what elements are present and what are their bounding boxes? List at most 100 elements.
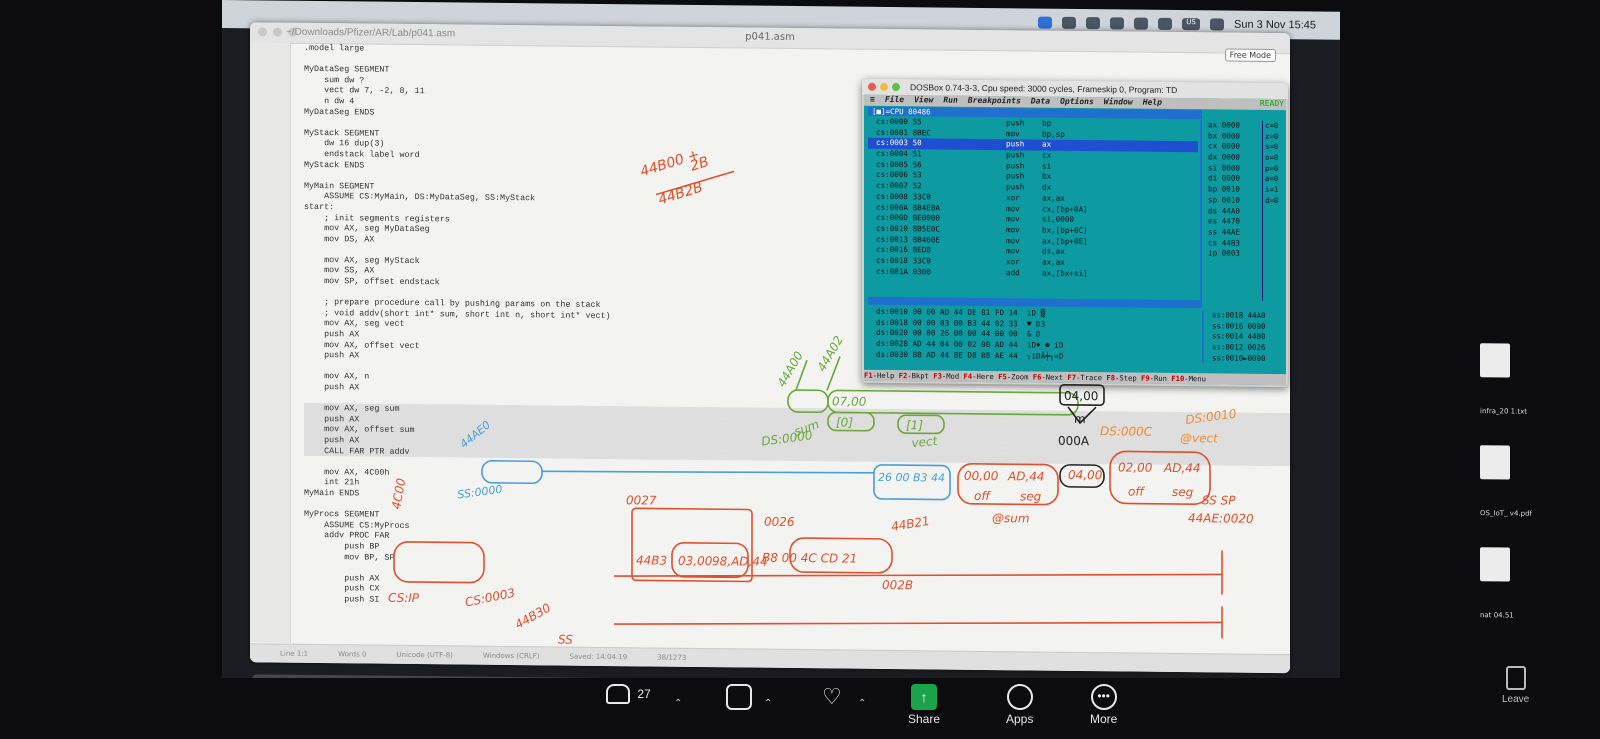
fkey-key[interactable]: F2 xyxy=(899,371,908,380)
more-button[interactable]: ••• More xyxy=(1090,684,1117,726)
desktop-file[interactable]: infra_20 1.txt xyxy=(1480,343,1540,416)
fkey-label: -Next xyxy=(1041,372,1068,382)
td-menu-item[interactable]: Run xyxy=(943,96,957,107)
register-value: ax 0000 xyxy=(1208,120,1241,130)
fkey-key[interactable]: F4 xyxy=(964,372,973,381)
fkey-key[interactable]: F1 xyxy=(864,371,873,380)
line-number xyxy=(250,233,290,244)
more-icon: ••• xyxy=(1090,684,1117,710)
fkey-key[interactable]: F8 xyxy=(1106,373,1115,382)
line-number xyxy=(250,350,290,361)
line-number xyxy=(250,381,290,392)
register-value: cx 0000 xyxy=(1208,141,1241,152)
flag-value: a=0 xyxy=(1265,174,1279,184)
desktop-file[interactable]: nat 04.51 xyxy=(1480,547,1540,620)
reactions-button[interactable]: ♡ xyxy=(822,684,842,710)
registers-pane[interactable]: ax 0000 bx 0000 cx 0000 dx 0000 si 0000 di 00… xyxy=(1200,120,1262,301)
line-number xyxy=(250,191,290,202)
flag-value: i=1 xyxy=(1265,185,1279,195)
memory-dump-pane[interactable]: ds:0010 00 00 AD 44 DE 81 FD 14 iD ▒ ds:0… xyxy=(868,307,1198,364)
fkey-key[interactable]: F3 xyxy=(933,371,942,380)
td-menu-item[interactable]: File xyxy=(885,95,904,106)
status-item: Windows (CRLF) xyxy=(482,651,540,661)
stack-row: ss:0018 44A0 xyxy=(1212,310,1266,320)
line-number xyxy=(250,63,290,74)
menubar-clock[interactable]: Sun 3 Nov 15:45 xyxy=(1234,19,1316,32)
line-number xyxy=(250,159,290,170)
line-number xyxy=(250,445,290,456)
td-menu-item[interactable]: Help xyxy=(1143,98,1162,109)
line-number xyxy=(250,42,290,53)
line-number xyxy=(250,148,290,159)
app-icon[interactable] xyxy=(1038,16,1053,29)
line-number xyxy=(250,551,290,562)
dosbox-title: DOSBox 0.74-3-3, Cpu speed: 3000 cycles,… xyxy=(910,82,1178,96)
close-button[interactable] xyxy=(868,82,876,91)
chat-icon xyxy=(726,684,752,710)
minimize-button[interactable] xyxy=(880,82,888,91)
participants-button[interactable]: 27 xyxy=(606,684,651,704)
td-menu-item[interactable]: Data xyxy=(1031,96,1050,107)
flag-value: c=0 xyxy=(1265,120,1279,131)
gear-icon[interactable] xyxy=(1110,17,1125,30)
line-number-gutter xyxy=(250,42,291,643)
cpu-mn: mov xyxy=(1006,225,1020,235)
flag-value: p=0 xyxy=(1265,163,1279,173)
zoom-button[interactable] xyxy=(892,83,900,92)
cpu-row[interactable]: cs:001A 0300 add ax,[bx+si] xyxy=(868,266,1198,280)
monitor-screen: US Sun 3 Nov 15:45 ~/Downloads/Pfizer/AR… xyxy=(222,0,1532,712)
line-number xyxy=(250,180,290,191)
fkey-key[interactable]: F5 xyxy=(998,372,1007,381)
desktop-files: infra_20 1.txt OS_IoT_ v4.pdf nat 04.51 xyxy=(1480,343,1540,650)
fkey-label: -Zoom xyxy=(1006,372,1033,382)
share-button[interactable]: ↑ Share xyxy=(908,684,940,726)
cpu-disassembly-pane[interactable]: cs:0000 55 push bp cs:0001 8BEC mov bp,sp cs:0… xyxy=(868,117,1198,300)
td-menu-item[interactable]: Window xyxy=(1104,97,1133,108)
fkey-key[interactable]: F7 xyxy=(1067,373,1076,382)
register-value: sp 0010 xyxy=(1208,195,1241,205)
leave-button[interactable]: Leave xyxy=(1502,666,1529,705)
register-value: cs 44B3 xyxy=(1208,237,1241,248)
function-key-bar: F1-Help F2-Bkpt F3-Mod F4-Here F5-Zoom F… xyxy=(864,369,1286,386)
fkey-key[interactable]: F10 xyxy=(1171,374,1184,383)
flags-pane[interactable]: c=0 z=0 s=0 o=0 p=0 a=0 i=1 d=0 xyxy=(1262,120,1283,302)
line-number xyxy=(250,169,290,180)
input-source-icon[interactable]: US xyxy=(1182,18,1201,31)
stack-pane[interactable]: ss:0018 44A0 ss:0016 0000 ss:0014 44B0 ss:0… xyxy=(1202,310,1288,365)
search-icon[interactable] xyxy=(1210,18,1225,31)
td-menu-item[interactable]: View xyxy=(914,95,933,106)
td-menu-item[interactable]: ≡ xyxy=(870,95,875,106)
wifi-icon[interactable] xyxy=(1134,17,1149,30)
status-item: Saved: 14:04:19 xyxy=(569,652,628,662)
register-value: ds 44A0 xyxy=(1208,205,1241,216)
fkey-label: -Menu xyxy=(1184,374,1206,384)
editor-status-bar: Line 1:1 Words 0 Unicode (UTF-8) Windows (C… xyxy=(250,643,1290,674)
line-number xyxy=(250,254,290,265)
leave-icon xyxy=(1505,666,1526,690)
reactions-caret-icon[interactable]: ⌃ xyxy=(858,698,866,709)
line-number xyxy=(250,583,290,594)
chat-button[interactable] xyxy=(726,684,752,712)
home-icon[interactable] xyxy=(1062,16,1077,29)
file-label: OS_IoT_ v4.pdf xyxy=(1480,509,1532,518)
battery-icon[interactable] xyxy=(1158,17,1173,30)
chat-caret-icon[interactable]: ⌃ xyxy=(764,698,772,709)
td-menu-item[interactable]: Options xyxy=(1060,97,1094,108)
line-number xyxy=(250,244,290,255)
participants-caret-icon[interactable]: ⌃ xyxy=(674,698,682,709)
flag-value: o=0 xyxy=(1265,152,1279,163)
line-number xyxy=(250,519,290,530)
desktop-file[interactable]: OS_IoT_ v4.pdf xyxy=(1480,445,1540,518)
fkey-key[interactable]: F9 xyxy=(1141,374,1150,383)
file-icon xyxy=(1480,547,1510,582)
line-number xyxy=(250,307,290,318)
line-number xyxy=(250,455,290,466)
line-number xyxy=(250,371,290,382)
participants-icon xyxy=(606,684,630,704)
apps-label: Apps xyxy=(1006,712,1034,726)
sync-icon[interactable] xyxy=(1086,17,1101,30)
apps-button[interactable]: Apps xyxy=(1006,684,1033,726)
td-menu-item[interactable]: Breakpoints xyxy=(968,96,1021,108)
heart-icon: ♡ xyxy=(822,684,842,709)
cpu-mn: mov xyxy=(1006,214,1020,224)
